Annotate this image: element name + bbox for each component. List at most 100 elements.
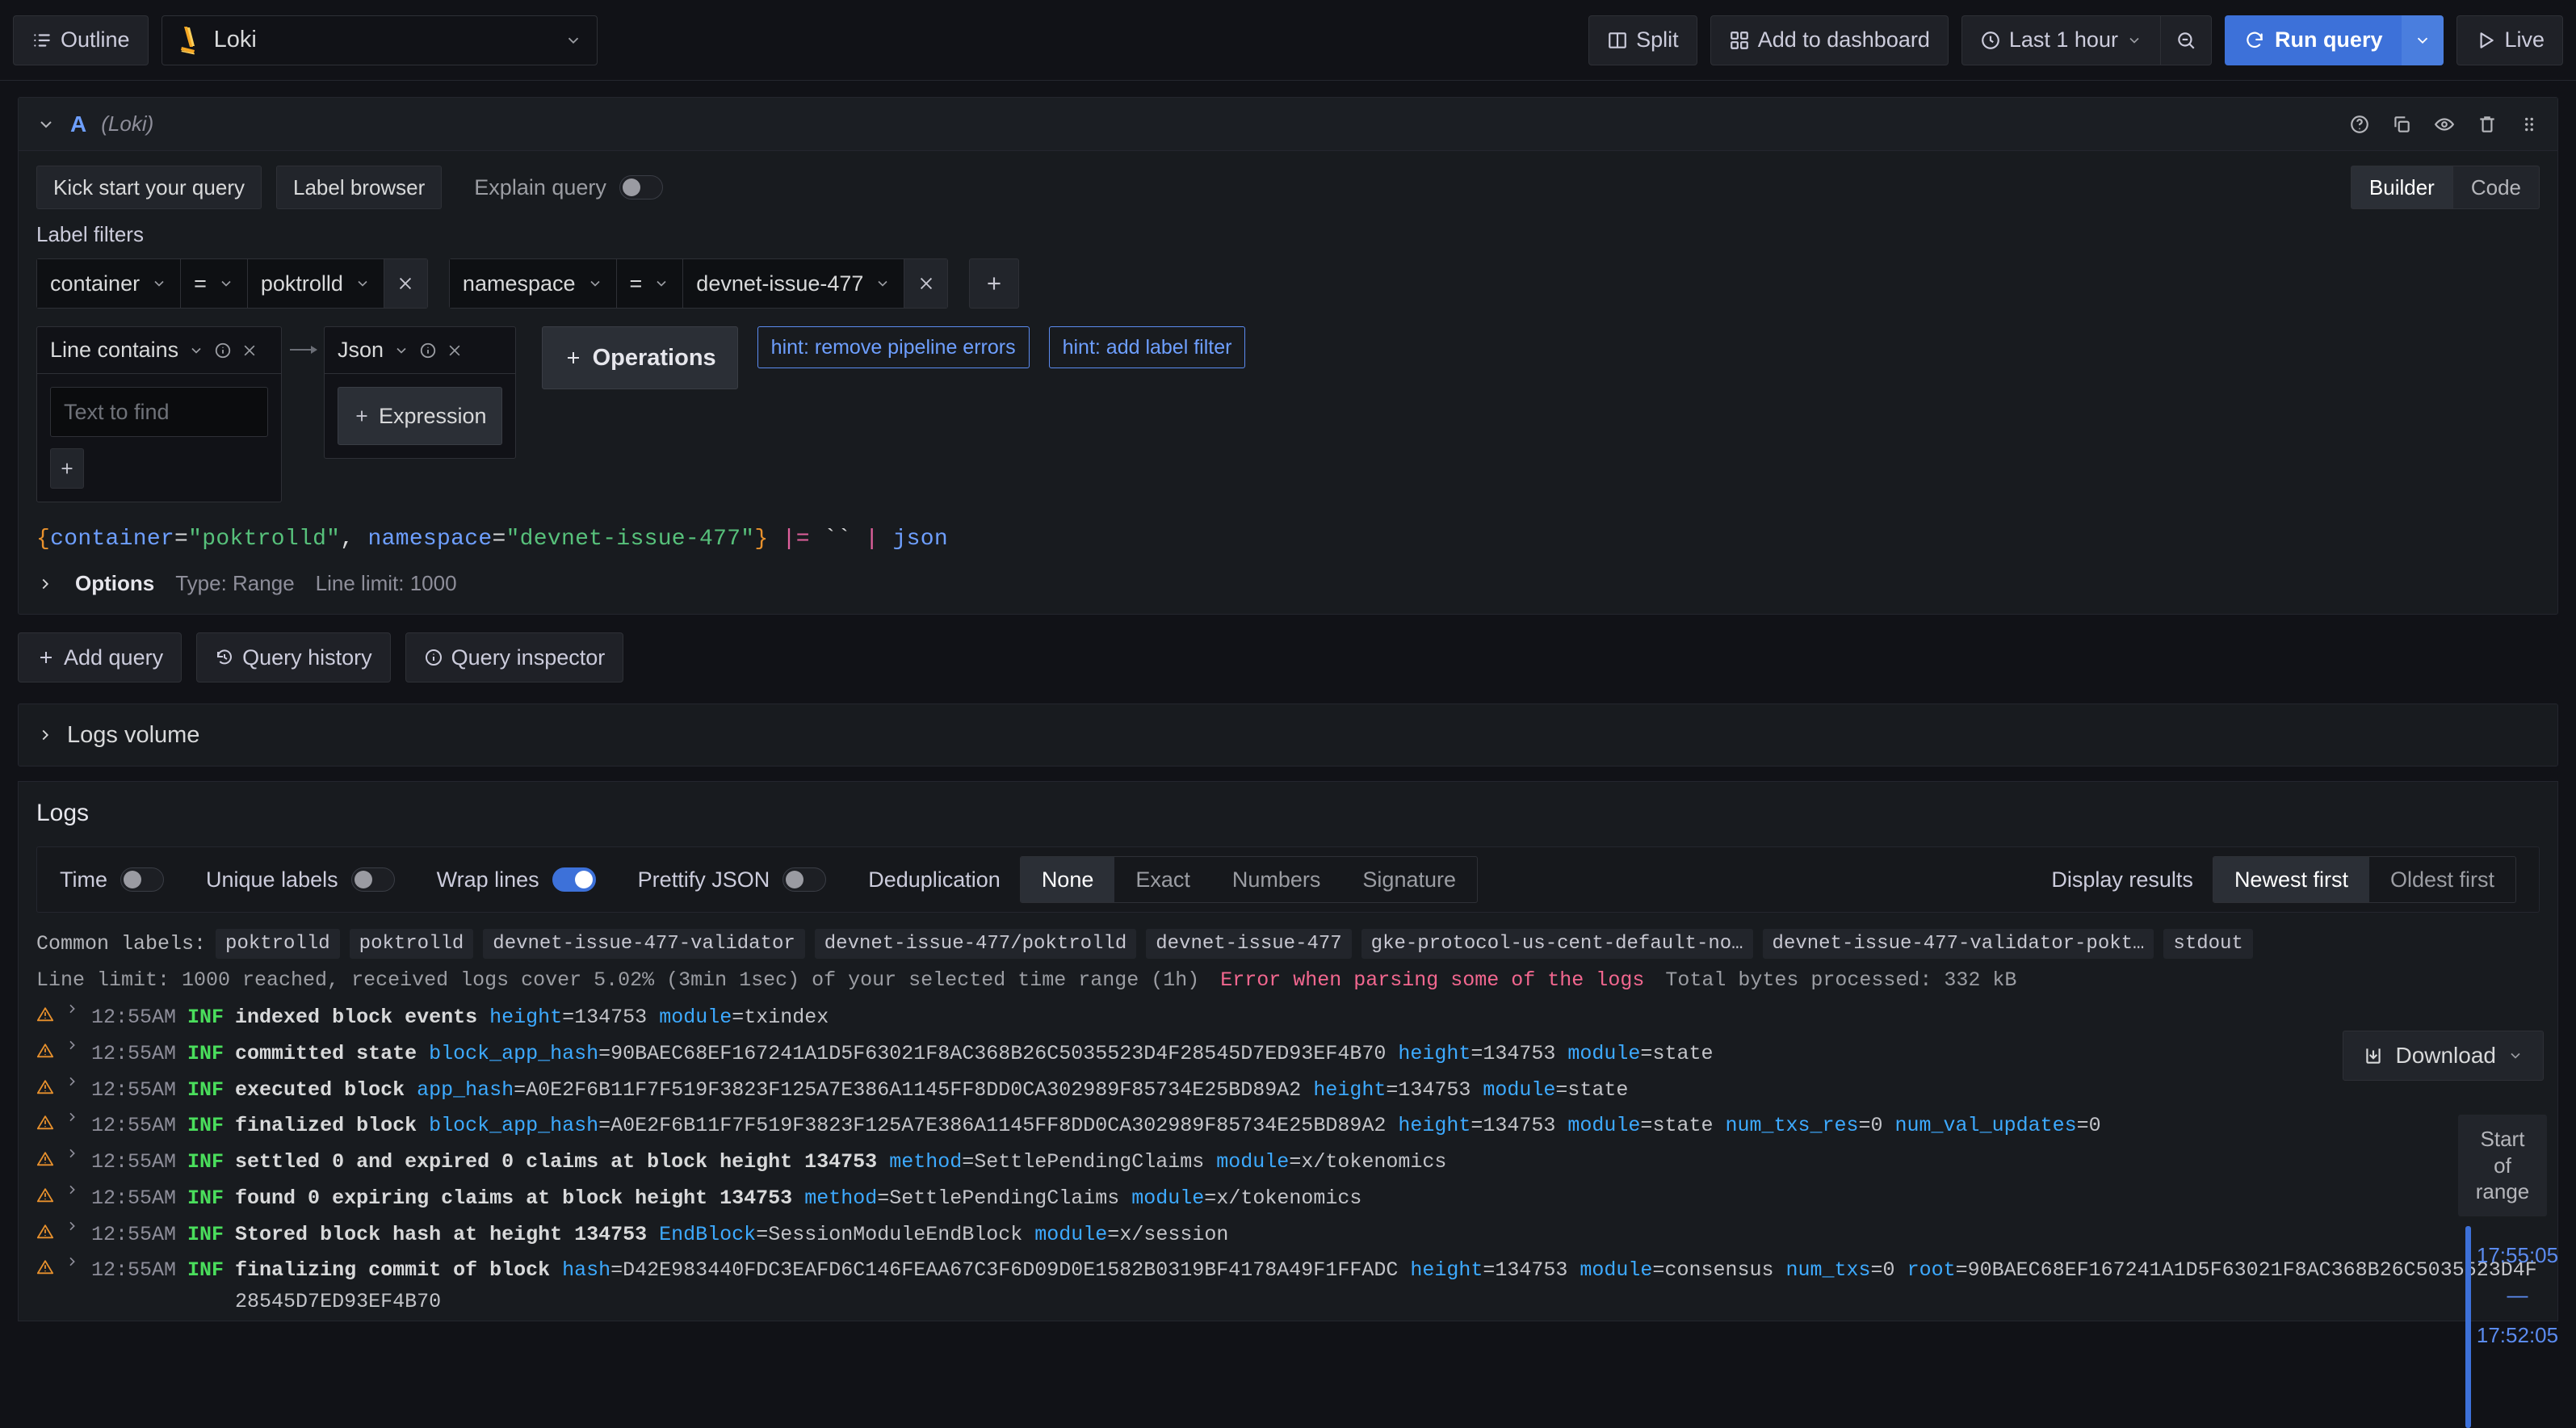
common-label-chip[interactable]: poktrolld — [216, 929, 340, 959]
remove-operation-icon[interactable] — [241, 342, 258, 359]
log-field-key[interactable]: height — [1398, 1042, 1471, 1065]
log-field-key[interactable]: num_txs — [1785, 1258, 1870, 1282]
log-field-value[interactable]: 134753 — [1398, 1078, 1471, 1102]
log-row[interactable]: 12:55AMINFStored block hash at height 13… — [36, 1217, 2540, 1254]
log-field-value[interactable]: 134753 — [574, 1006, 647, 1029]
log-row[interactable]: 12:55AMINFsettled 0 and expired 0 claims… — [36, 1144, 2540, 1181]
expand-log-row-icon[interactable] — [65, 1147, 80, 1160]
hint-remove-pipeline-errors[interactable]: hint: remove pipeline errors — [757, 326, 1030, 368]
explain-query-control[interactable]: Explain query — [474, 175, 663, 200]
log-field-key[interactable]: module — [1567, 1114, 1640, 1137]
wrap-lines-toggle-control[interactable]: Wrap lines — [437, 867, 596, 892]
log-field-value[interactable]: SettlePendingClaims — [889, 1186, 1119, 1210]
expand-log-row-icon[interactable] — [65, 1002, 80, 1015]
log-row[interactable]: 12:55AMINFfinalizing commit of block has… — [36, 1253, 2540, 1321]
log-field-value[interactable]: state — [1652, 1114, 1713, 1137]
log-field-key[interactable]: height — [1398, 1114, 1471, 1137]
expand-log-row-icon[interactable] — [65, 1183, 80, 1196]
line-contains-input[interactable] — [50, 387, 268, 437]
log-field-value[interactable]: 90BAEC68EF167241A1D5F63021F8AC368B26C503… — [610, 1042, 1386, 1065]
prettify-json-toggle[interactable] — [782, 867, 826, 892]
hint-add-label-filter[interactable]: hint: add label filter — [1049, 326, 1246, 368]
operations-button[interactable]: Operations — [542, 326, 738, 389]
dedup-option-exact[interactable]: Exact — [1114, 857, 1211, 902]
log-field-key[interactable]: module — [1131, 1186, 1204, 1210]
common-label-chip[interactable]: devnet-issue-477-validator-pokt… — [1763, 929, 2154, 959]
log-field-value[interactable]: 134753 — [1483, 1042, 1555, 1065]
split-button[interactable]: Split — [1588, 15, 1697, 65]
log-field-key[interactable]: num_txs_res — [1725, 1114, 1858, 1137]
log-field-key[interactable]: module — [1034, 1223, 1107, 1246]
log-field-value[interactable]: x/tokenomics — [1301, 1150, 1446, 1174]
run-query-dropdown[interactable] — [2402, 15, 2444, 65]
tab-code[interactable]: Code — [2453, 166, 2540, 209]
log-field-value[interactable]: 0 — [1883, 1258, 1895, 1282]
expand-options-icon[interactable] — [36, 575, 54, 593]
common-label-chip[interactable]: devnet-issue-477 — [1146, 929, 1351, 959]
label-filter-1-key[interactable]: namespace — [449, 258, 617, 309]
remove-operation-icon[interactable] — [447, 342, 463, 359]
zoom-out-button[interactable] — [2160, 15, 2212, 65]
log-field-value[interactable]: 134753 — [1495, 1258, 1567, 1282]
log-field-key[interactable]: method — [889, 1150, 962, 1174]
log-row[interactable]: 12:55AMINFcommitted state block_app_hash… — [36, 1036, 2540, 1073]
unique-labels-toggle[interactable] — [351, 867, 395, 892]
help-icon[interactable] — [2349, 114, 2370, 135]
remove-label-filter-0-button[interactable] — [384, 258, 428, 309]
log-field-key[interactable]: module — [659, 1006, 732, 1029]
tab-builder[interactable]: Builder — [2351, 166, 2453, 209]
expand-log-row-icon[interactable] — [65, 1111, 80, 1124]
time-toggle[interactable] — [120, 867, 164, 892]
log-field-value[interactable]: SessionModuleEndBlock — [768, 1223, 1022, 1246]
log-field-value[interactable]: 134753 — [1483, 1114, 1555, 1137]
log-field-value[interactable]: x/tokenomics — [1216, 1186, 1361, 1210]
chevron-down-icon[interactable] — [188, 342, 204, 359]
expand-log-row-icon[interactable] — [65, 1039, 80, 1052]
log-field-key[interactable]: height — [489, 1006, 562, 1029]
expand-logs-volume-icon[interactable] — [36, 726, 54, 744]
log-row[interactable]: 12:55AMINFfinalized block block_app_hash… — [36, 1108, 2540, 1144]
log-field-value[interactable]: SettlePendingClaims — [974, 1150, 1204, 1174]
add-line-contains-value-button[interactable] — [50, 448, 84, 489]
log-field-key[interactable]: module — [1483, 1078, 1555, 1102]
add-expression-button[interactable]: Expression — [338, 387, 502, 445]
log-field-key[interactable]: module — [1567, 1042, 1640, 1065]
query-inspector-button[interactable]: Query inspector — [405, 632, 624, 682]
label-filter-1-op[interactable]: = — [617, 258, 684, 309]
common-label-chip[interactable]: stdout — [2163, 929, 2252, 959]
info-icon[interactable] — [214, 342, 232, 359]
label-filter-0-value[interactable]: poktrolld — [248, 258, 384, 309]
log-row[interactable]: 12:55AMINFindexed block events height=13… — [36, 1000, 2540, 1036]
log-field-key[interactable]: hash — [562, 1258, 610, 1282]
log-field-key[interactable]: method — [804, 1186, 877, 1210]
add-query-button[interactable]: Add query — [18, 632, 182, 682]
download-logs-button[interactable]: Download — [2343, 1031, 2544, 1081]
duplicate-query-icon[interactable] — [2391, 114, 2412, 135]
datasource-picker[interactable]: Loki — [162, 15, 598, 65]
log-row[interactable]: 12:55AMINFfound 0 expiring claims at blo… — [36, 1181, 2540, 1217]
explain-query-toggle[interactable] — [619, 175, 663, 200]
log-field-value[interactable]: A0E2F6B11F7F519F3823F125A7E386A1145FF8DD… — [526, 1078, 1301, 1102]
order-oldest-first[interactable]: Oldest first — [2369, 857, 2515, 902]
log-field-value[interactable]: state — [1567, 1078, 1628, 1102]
info-icon[interactable] — [419, 342, 437, 359]
log-row[interactable]: 12:55AMINFexecuted block app_hash=A0E2F6… — [36, 1073, 2540, 1109]
run-query-button[interactable]: Run query — [2225, 15, 2402, 65]
query-options-row[interactable]: Options Type: Range Line limit: 1000 — [19, 552, 2557, 614]
log-field-value[interactable]: consensus — [1664, 1258, 1773, 1282]
expand-log-row-icon[interactable] — [65, 1075, 80, 1088]
remove-query-icon[interactable] — [2477, 114, 2498, 135]
label-filter-1-value[interactable]: devnet-issue-477 — [683, 258, 904, 309]
log-field-value[interactable]: state — [1652, 1042, 1713, 1065]
log-field-value[interactable]: 0 — [2089, 1114, 2101, 1137]
log-field-key[interactable]: EndBlock — [659, 1223, 756, 1246]
log-field-value[interactable]: D42E983440FDC3EAFD6C146FEAA67C3F6D09D0E1… — [623, 1258, 1398, 1282]
log-field-key[interactable]: module — [1216, 1150, 1289, 1174]
log-field-value[interactable]: txindex — [744, 1006, 829, 1029]
log-field-key[interactable]: block_app_hash — [429, 1114, 598, 1137]
label-browser-button[interactable]: Label browser — [276, 166, 442, 209]
drag-handle-icon[interactable] — [2519, 114, 2540, 135]
common-label-chip[interactable]: devnet-issue-477/poktrolld — [815, 929, 1136, 959]
expand-log-row-icon[interactable] — [65, 1255, 80, 1268]
log-field-key[interactable]: block_app_hash — [429, 1042, 598, 1065]
